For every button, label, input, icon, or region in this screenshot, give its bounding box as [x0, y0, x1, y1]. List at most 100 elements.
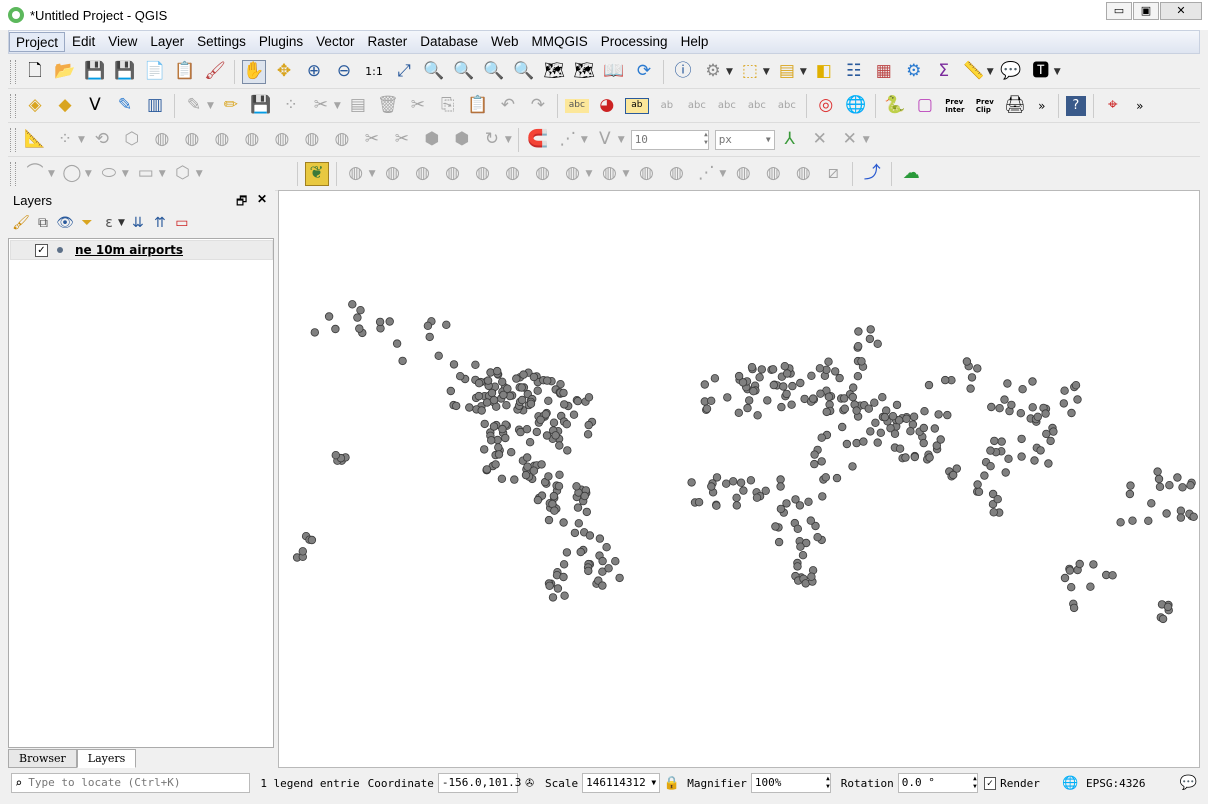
layer-name[interactable]: ne 10m airports — [75, 243, 183, 257]
diagram-options-icon[interactable]: ◕ — [595, 94, 619, 118]
menu-vector[interactable]: Vector — [310, 32, 360, 52]
filter-legend-icon[interactable]: ⏷ — [77, 213, 97, 233]
snap-to-vertex-icon[interactable]: ⋰ — [556, 128, 580, 152]
crosshair-icon[interactable]: ⌖ — [1101, 94, 1125, 118]
zoom-to-selection-icon[interactable]: 🔍 — [422, 60, 446, 84]
polygon-tool-11-icon[interactable]: ◍ — [664, 162, 688, 186]
topological-editing-icon[interactable]: ⅄ — [778, 128, 802, 152]
simplify-feature-icon[interactable]: ⬡ — [120, 128, 144, 152]
add-rectangle-icon[interactable]: ▭ — [134, 162, 158, 186]
offset-curve-icon[interactable]: ◍ — [330, 128, 354, 152]
split-features-icon[interactable]: ✂ — [360, 128, 384, 152]
polygon-tool-5-icon[interactable]: ◍ — [471, 162, 495, 186]
polygon-tool-14-icon[interactable]: ◍ — [761, 162, 785, 186]
menu-processing[interactable]: Processing — [595, 32, 674, 52]
new-print-layout-icon[interactable]: 📄 — [143, 60, 167, 84]
toggle-extents-icon[interactable]: ✇ — [521, 771, 538, 795]
spinner-arrows-icon[interactable]: ▲ ▼ — [973, 775, 977, 791]
remove-layer-icon[interactable]: ▭ — [172, 213, 192, 233]
close-button[interactable]: ✕ — [1160, 2, 1202, 20]
layout-manager-icon[interactable]: 📋 — [173, 60, 197, 84]
add-polygon-part-icon[interactable]: ◍ — [381, 162, 405, 186]
delete-ring-icon[interactable]: ◍ — [240, 128, 264, 152]
add-regular-polygon-icon[interactable]: ⬡ — [171, 162, 195, 186]
delete-selected-icon[interactable]: 🗑 — [376, 94, 400, 118]
menu-layer[interactable]: Layer — [144, 32, 190, 52]
reshape-polygon-icon[interactable]: ◍ — [441, 162, 465, 186]
messages-icon[interactable]: 💬 — [1180, 771, 1197, 795]
field-calculator-icon[interactable]: ▦ — [872, 60, 896, 84]
snapping-magnet-icon[interactable]: 🧲 — [526, 128, 550, 152]
polygon-tool-9-icon[interactable]: ◍ — [597, 162, 621, 186]
digitize-polygon-icon[interactable]: ◍ — [344, 162, 368, 186]
copy-features-icon[interactable]: ⎘ — [436, 94, 460, 118]
current-edits-icon[interactable]: ✎ — [182, 94, 206, 118]
advanced-digitizing-icon[interactable]: 📐 — [23, 128, 47, 152]
geometry-checker-icon[interactable]: ▢ — [913, 94, 937, 118]
expand-all-icon[interactable]: ⇊ — [128, 213, 148, 233]
snap-unit-select[interactable]: px ▼ — [714, 129, 775, 150]
globe-plugin-icon[interactable]: 🌐 — [844, 94, 868, 118]
add-layer-icon[interactable]: ◈ — [23, 94, 47, 118]
crs-globe-icon[interactable]: 🌐 — [1062, 771, 1079, 795]
toggle-editing-icon[interactable]: ✏ — [219, 94, 243, 118]
select-by-value-icon[interactable]: ▤ — [775, 60, 799, 84]
new-map-view-icon[interactable]: 🗺 — [542, 60, 566, 84]
scale-combobox[interactable]: 146114312 ▼ — [582, 773, 661, 793]
identify-features-icon[interactable]: ⓘ — [671, 60, 695, 84]
snap-intersection-icon[interactable]: ✕ — [808, 128, 832, 152]
snap-to-segment-icon[interactable]: V — [593, 128, 617, 152]
help-icon[interactable]: ? — [1065, 95, 1086, 116]
add-point-feature-icon[interactable]: ⁘ — [279, 94, 303, 118]
menu-plugins[interactable]: Plugins — [253, 32, 309, 52]
prev-clip-icon[interactable]: Prev Clip — [973, 94, 997, 118]
select-features-icon[interactable]: ⬚ — [738, 60, 762, 84]
prev-inter-icon[interactable]: Prev Inter — [943, 94, 967, 118]
layer-visibility-checkbox[interactable]: ✓ — [35, 243, 48, 257]
zoom-in-icon[interactable]: ⊕ — [302, 60, 326, 84]
vertex-tool-icon[interactable]: ✂ — [309, 94, 333, 118]
tab-browser[interactable]: Browser — [8, 749, 77, 768]
style-manager-icon[interactable]: 🖌 — [203, 60, 227, 84]
merge-features-icon[interactable]: ⬢ — [420, 128, 444, 152]
more-tools-chevron-icon[interactable]: » — [1033, 94, 1051, 118]
save-project-icon[interactable]: 💾 — [83, 60, 107, 84]
spatial-bookmark-icon[interactable]: 📖 — [602, 60, 626, 84]
zoom-next-icon[interactable]: 🔍 — [512, 60, 536, 84]
minimize-button[interactable]: ▭ — [1106, 2, 1132, 20]
toolbar-grip[interactable] — [10, 93, 16, 118]
menu-view[interactable]: View — [102, 32, 143, 52]
coordinate-input[interactable]: -156.0,101.3 — [437, 773, 521, 793]
modify-attributes-icon[interactable]: ▤ — [346, 94, 370, 118]
highlight-pinned-labels-icon[interactable]: ab — [624, 97, 649, 114]
run-feature-action-icon[interactable]: ⚙ — [701, 60, 725, 84]
menu-edit[interactable]: Edit — [66, 32, 101, 52]
split-parts-icon[interactable]: ✂ — [390, 128, 414, 152]
rotate-point-symbols-icon[interactable]: ↻ — [480, 128, 504, 152]
attribute-table-icon[interactable]: ☷ — [842, 60, 866, 84]
statistical-summary-icon[interactable]: Σ — [932, 60, 956, 84]
rotate-feature-icon[interactable]: ⟲ — [90, 128, 114, 152]
restore-button[interactable]: ▣ — [1133, 2, 1159, 20]
snap-tracing-icon[interactable]: ✕ — [838, 128, 862, 152]
rotation-spinbox[interactable]: 0.0 ° ▲ ▼ — [897, 773, 978, 793]
deselect-features-icon[interactable]: ◧ — [812, 60, 836, 84]
add-circular-string-icon[interactable]: ⌒ — [23, 162, 47, 186]
menu-raster[interactable]: Raster — [361, 32, 413, 52]
move-label-icon[interactable]: abc — [715, 94, 739, 118]
add-circle-icon[interactable]: ◯ — [60, 162, 84, 186]
manage-map-themes-icon[interactable]: 👁 — [55, 213, 75, 233]
redo-icon[interactable]: ↷ — [526, 94, 550, 118]
save-edits-icon[interactable]: 💾 — [249, 94, 273, 118]
zoom-last-icon[interactable]: 🔍 — [482, 60, 506, 84]
pan-to-selection-icon[interactable]: ✥ — [272, 60, 296, 84]
pan-map-icon[interactable]: ✋ — [242, 59, 266, 84]
polygon-tool-8-icon[interactable]: ◍ — [561, 162, 585, 186]
rotate-label-icon[interactable]: abc — [745, 94, 769, 118]
snap-tolerance-input[interactable]: 10 ▲ ▼ — [630, 129, 709, 150]
reshape-features-icon[interactable]: ◍ — [300, 128, 324, 152]
delete-part-icon[interactable]: ◍ — [270, 128, 294, 152]
menu-help[interactable]: Help — [675, 32, 715, 52]
map-tips-icon[interactable]: 💬 — [999, 60, 1023, 84]
locator-search-field[interactable]: ⌕ Type to locate (Ctrl+K) — [11, 773, 251, 793]
